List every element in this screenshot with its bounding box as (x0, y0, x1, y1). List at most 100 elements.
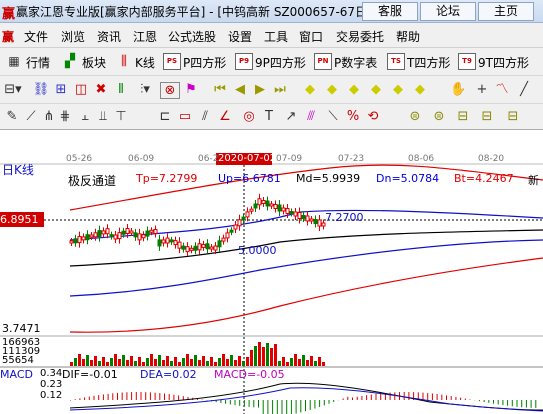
zoom-in-icon[interactable]: ◆ (324, 82, 340, 97)
delete-icon[interactable]: ✖ (92, 82, 110, 97)
macd-histogram-bar (521, 400, 523, 408)
menu-trade[interactable]: 交易委托 (336, 28, 384, 45)
ray-icon[interactable]: ⟋ (24, 109, 38, 124)
pen-icon[interactable]: ✎ (6, 109, 18, 124)
volume-bar (318, 357, 321, 366)
box-icon[interactable]: ▭ (178, 109, 192, 124)
arrow-icon[interactable]: ↗ (284, 109, 298, 124)
wave-icon[interactable]: 〽 (494, 82, 510, 97)
volume-bar (182, 358, 185, 366)
channel-bt-line (69, 257, 543, 333)
md-value: Md=5.9939 (296, 172, 361, 185)
period-select-icon[interactable]: ⊟▾ (4, 82, 22, 97)
macd-histogram-bar (234, 400, 236, 406)
candle-body (221, 237, 226, 242)
macd-histogram-bar (295, 400, 297, 414)
quotes-button[interactable]: 行情 (26, 54, 50, 71)
rect-icon[interactable]: ⊏ (158, 109, 172, 124)
t9-square-button[interactable]: 9T四方形 (478, 54, 529, 71)
fan-icon[interactable]: ⋔ (42, 109, 56, 124)
layers-icon[interactable]: ⊜ (432, 109, 446, 124)
macd-histogram-bar (431, 393, 433, 400)
arc-icon[interactable]: ⊤ (114, 109, 128, 124)
menu-gann[interactable]: 江恩 (133, 28, 157, 45)
parallel-icon[interactable]: ⫻ (304, 109, 318, 124)
regression-icon[interactable]: ⟍ (326, 109, 340, 124)
menu-settings[interactable]: 设置 (228, 28, 252, 45)
move-right-icon[interactable]: ◆ (368, 82, 384, 97)
channel-icon[interactable]: ⫽ (198, 109, 212, 124)
volume-bar (74, 358, 77, 366)
kline-button[interactable]: K线 (135, 54, 155, 71)
p-square-button[interactable]: P四方形 (183, 54, 226, 71)
macd-histogram-bar (300, 400, 302, 413)
zoom-out-icon[interactable]: ◆ (302, 82, 318, 97)
gann-fan-icon[interactable]: ⋕ (58, 109, 72, 124)
customer-service-button[interactable]: 客服 (362, 2, 418, 21)
next-icon[interactable]: ▶ (252, 82, 268, 97)
candle-body (241, 216, 246, 221)
spiral-icon[interactable]: ◎ (242, 109, 256, 124)
menu-window[interactable]: 窗口 (299, 28, 323, 45)
move-down-icon[interactable]: ◆ (412, 82, 428, 97)
macd-histogram-bar (145, 392, 147, 400)
volume-bar (250, 350, 253, 366)
macd-histogram-bar (262, 400, 264, 414)
p9-square-button[interactable]: 9P四方形 (255, 54, 306, 71)
menu-file[interactable]: 文件 (24, 28, 48, 45)
last-icon[interactable]: ⏭ (272, 82, 288, 97)
sectors-button[interactable]: 板块 (82, 54, 106, 71)
first-icon[interactable]: ⏮ (212, 82, 228, 97)
cycle-icon[interactable]: ⟲ (366, 109, 380, 124)
volume-bar (246, 357, 249, 366)
candle-body (97, 230, 102, 238)
scale-icon[interactable]: ⊞ (52, 82, 70, 97)
overlay-icon[interactable]: ◫ (72, 82, 90, 97)
bar-style-icon[interactable]: ⫶▾ (136, 82, 154, 97)
move-up-icon[interactable]: ◆ (390, 82, 406, 97)
p-number-table-button[interactable]: P数字表 (334, 54, 377, 71)
macd-histogram-bar (427, 393, 429, 400)
volume-bar (162, 360, 165, 366)
indicator-icon[interactable]: ⛓ (32, 82, 50, 97)
macd-histogram-bar (112, 393, 114, 400)
cross-icon[interactable]: + (474, 82, 490, 97)
percent-icon[interactable]: % (346, 109, 360, 124)
menu-help[interactable]: 帮助 (396, 28, 420, 45)
macd-histogram-bar (258, 400, 259, 408)
move-left-icon[interactable]: ◆ (346, 82, 362, 97)
menu-info[interactable]: 资讯 (97, 28, 121, 45)
erase-icon[interactable]: ⊟ (506, 109, 520, 124)
macd-value: MACD=-0.05 (214, 368, 285, 381)
macd-histogram-bar (107, 393, 109, 400)
forum-button[interactable]: 论坛 (420, 2, 476, 21)
menu-formula-select[interactable]: 公式选股 (168, 28, 216, 45)
volume-bar (86, 355, 89, 366)
candle-body (189, 247, 194, 251)
candle-body (177, 241, 182, 249)
chart-area[interactable]: 日K线 05-26 06-09 06-2 2020-07-02 07-09 07… (0, 130, 543, 414)
candle-body (69, 240, 74, 244)
ruler-icon[interactable]: ⊟ (480, 109, 494, 124)
date-label-4: 07-23 (338, 154, 365, 164)
menu-tools[interactable]: 工具 (264, 28, 288, 45)
line-tool-icon[interactable]: ╱ (516, 82, 532, 97)
candle-style-icon[interactable]: ⫴ (112, 82, 130, 97)
flag-icon[interactable]: ⚑ (182, 82, 200, 97)
menu-browse[interactable]: 浏览 (61, 28, 85, 45)
t-square-button[interactable]: T四方形 (407, 54, 450, 71)
crosshair-icon[interactable]: ⊗ (160, 82, 180, 99)
p-square-icon: PS (163, 53, 181, 70)
volume-bar (146, 358, 149, 366)
homepage-button[interactable]: 主页 (478, 2, 534, 21)
fib-icon[interactable]: ⫠ (78, 109, 92, 124)
grid-lines-icon[interactable]: ⊟ (456, 109, 470, 124)
candle-body (161, 239, 166, 244)
hand-icon[interactable]: ✋ (450, 82, 466, 97)
candle-body (133, 232, 138, 238)
period-icon[interactable]: ⫫ (96, 109, 110, 124)
stack-icon[interactable]: ⊜ (408, 109, 422, 124)
angle-icon[interactable]: ∠ (218, 109, 232, 124)
text-icon[interactable]: T (262, 109, 276, 124)
prev-icon[interactable]: ◀ (232, 82, 248, 97)
